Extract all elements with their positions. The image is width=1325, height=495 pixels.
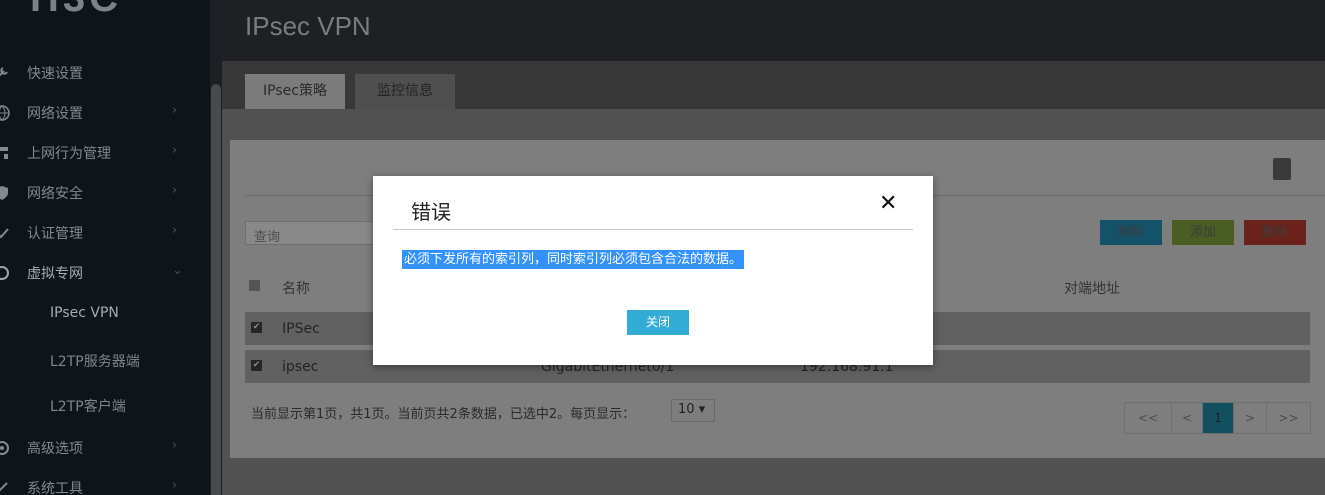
tools-icon: [0, 480, 10, 495]
sidebar-item-label: 系统工具: [27, 481, 83, 495]
sidebar-subitem-l2tp-server[interactable]: L2TP服务器端: [50, 351, 140, 371]
chevron-right-icon: ›: [172, 478, 178, 493]
cell-name: ipsec: [282, 359, 319, 375]
refresh-button[interactable]: 刷新: [1100, 220, 1162, 245]
sidebar-item-security[interactable]: 网络安全 ›: [0, 173, 205, 213]
chevron-right-icon: ›: [172, 103, 178, 118]
page-last-button[interactable]: >>: [1266, 402, 1311, 434]
search-input[interactable]: 查询: [245, 221, 375, 245]
sidebar-item-label: 上网行为管理: [27, 146, 111, 162]
sidebar-item-network[interactable]: 网络设置 ›: [0, 93, 205, 133]
sidebar-scrollbar-thumb[interactable]: [211, 84, 221, 495]
sidebar-subitem-l2tp-client[interactable]: L2TP客户端: [50, 396, 126, 416]
page-current-button[interactable]: 1: [1202, 402, 1234, 434]
column-header-peer-address[interactable]: 对端地址: [1064, 278, 1120, 298]
error-dialog: 错误 ✕ 必须下发所有的索引列，同时索引列必须包含合法的数据。 关闭: [373, 176, 933, 365]
shield-icon: [0, 185, 10, 201]
sitemap-icon: [0, 145, 10, 161]
sidebar-item-behavior[interactable]: 上网行为管理 ›: [0, 133, 205, 173]
sidebar-subitem-ipsec-vpn[interactable]: IPsec VPN: [50, 305, 119, 321]
row-checkbox[interactable]: ✔: [251, 322, 262, 333]
sidebar-item-label: 高级选项: [27, 441, 83, 457]
select-all-checkbox[interactable]: [249, 280, 260, 291]
sidebar-item-label: 虚拟专网: [27, 266, 83, 282]
sidebar-item-auth[interactable]: 认证管理 ›: [0, 213, 205, 253]
sidebar-item-advanced[interactable]: 高级选项 ›: [0, 428, 205, 468]
notebook-icon[interactable]: [1273, 158, 1291, 180]
sidebar-item-label: 网络设置: [27, 106, 83, 122]
globe-icon: [0, 105, 10, 121]
chevron-right-icon: ›: [172, 223, 178, 238]
cell-name: IPSec: [282, 321, 320, 337]
sidebar-item-system-tools[interactable]: 系统工具 ›: [0, 468, 205, 495]
vpn-icon: [0, 265, 10, 281]
tab-bar: IPsec策略 监控信息: [222, 61, 1325, 109]
user-check-icon: [0, 225, 10, 241]
column-header-name[interactable]: 名称: [282, 278, 310, 298]
sidebar-item-label: 认证管理: [27, 226, 83, 242]
chevron-right-icon: ›: [172, 438, 178, 453]
advanced-icon: [0, 440, 10, 456]
page-next-button[interactable]: >: [1233, 402, 1267, 434]
dialog-title: 错误: [411, 200, 451, 224]
sidebar-item-vpn[interactable]: 虚拟专网 ⌄: [0, 253, 205, 293]
sidebar-item-label: 网络安全: [27, 186, 83, 202]
tab-monitor-info[interactable]: 监控信息: [355, 74, 455, 109]
chevron-down-icon: ⌄: [172, 263, 183, 278]
page-title: IPsec VPN: [245, 11, 371, 41]
brand-logo: H3C: [30, 0, 122, 21]
sidebar: H3C 快速设置 网络设置 › 上网行为管理 › 网络安全 › 认证管理 › 虚…: [0, 0, 222, 495]
close-icon[interactable]: ✕: [879, 191, 897, 217]
chevron-right-icon: ›: [172, 143, 178, 158]
dialog-message: 必须下发所有的索引列，同时索引列必须包含合法的数据。: [402, 250, 745, 269]
page-header: IPsec VPN: [222, 0, 1325, 61]
per-page-value: 10: [678, 402, 695, 417]
page-first-button[interactable]: <<: [1124, 402, 1172, 434]
wrench-icon: [0, 65, 10, 81]
tab-ipsec-policy[interactable]: IPsec策略: [245, 74, 345, 109]
sidebar-item-label: 快速设置: [27, 66, 83, 82]
chevron-right-icon: ›: [172, 183, 178, 198]
dialog-divider: [393, 229, 913, 230]
add-button[interactable]: 添加: [1172, 220, 1234, 245]
page-prev-button[interactable]: <: [1171, 402, 1203, 434]
per-page-select[interactable]: 10 ▾: [671, 399, 715, 422]
dialog-close-button[interactable]: 关闭: [627, 310, 689, 335]
pagination-summary: 当前显示第1页，共1页。当前页共2条数据，已选中2。每页显示：: [251, 407, 636, 422]
delete-button[interactable]: 删除: [1244, 220, 1306, 245]
row-checkbox[interactable]: ✔: [251, 360, 262, 371]
sidebar-item-quick-setup[interactable]: 快速设置: [0, 53, 205, 93]
